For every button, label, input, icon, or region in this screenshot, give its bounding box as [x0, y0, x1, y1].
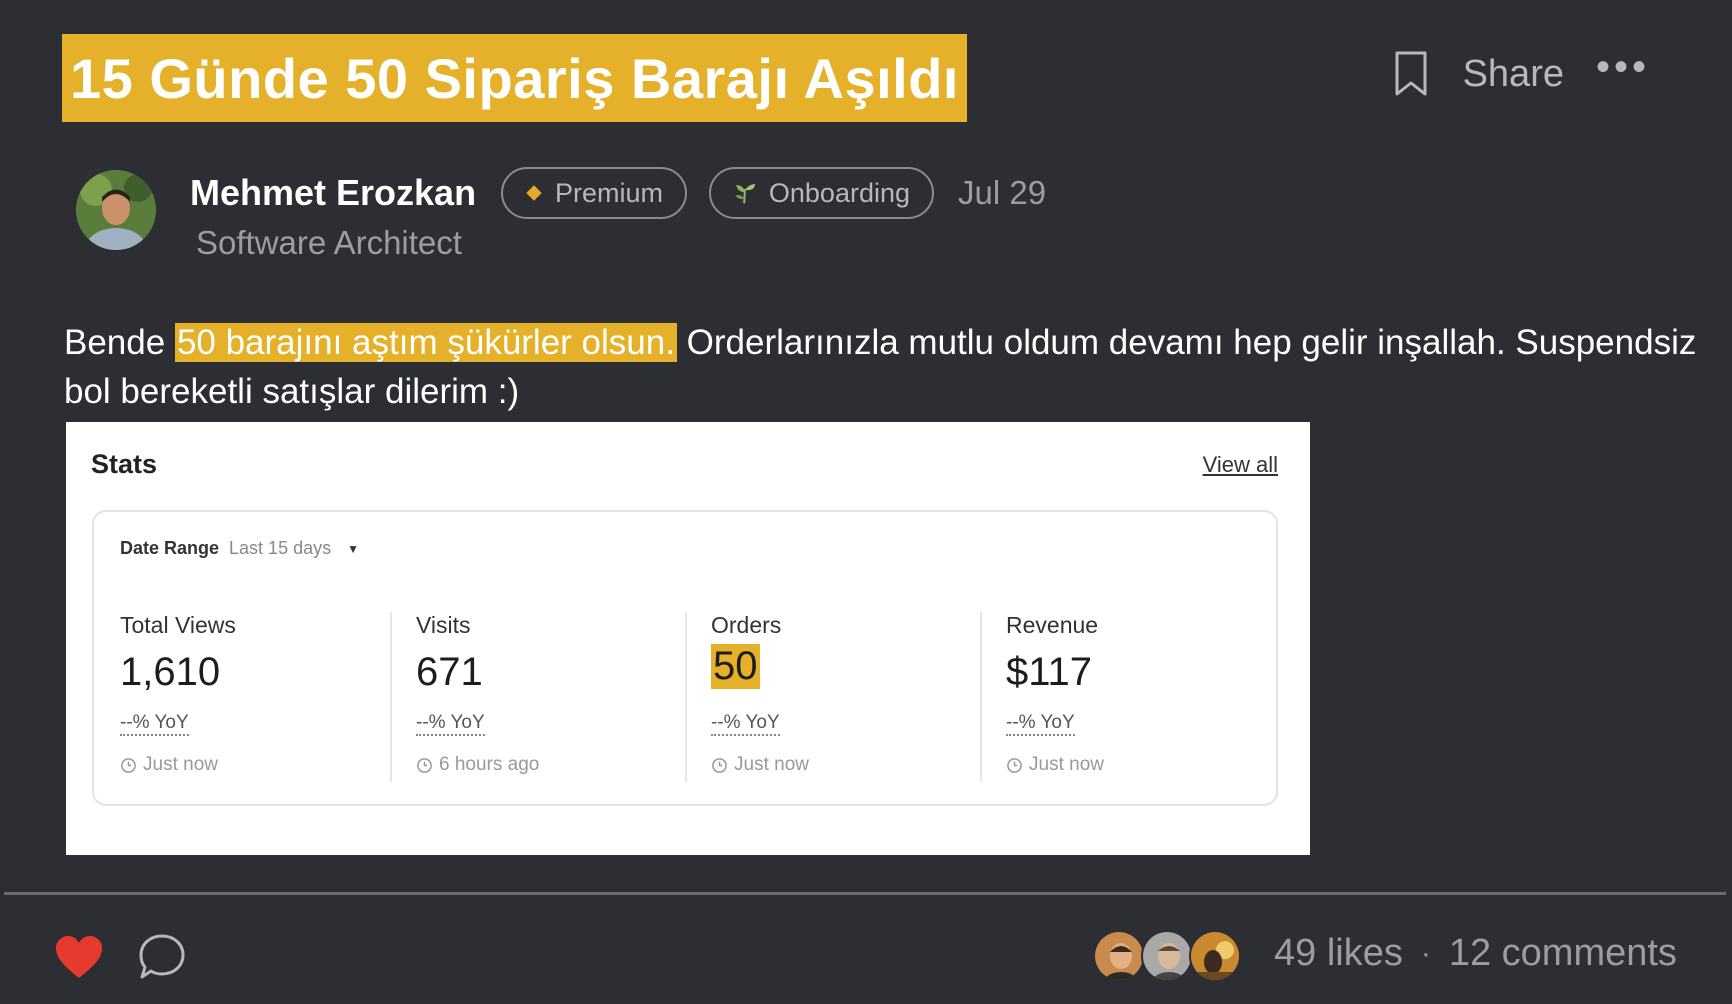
author-avatar[interactable] — [76, 170, 156, 250]
premium-badge[interactable]: Premium — [501, 167, 687, 219]
metric-revenue: Revenue $117 --% YoY Just now — [980, 612, 1276, 782]
heart-icon[interactable] — [54, 934, 104, 980]
stats-screenshot: Stats View all Date Range Last 15 days ▼… — [66, 422, 1310, 855]
date-range-label: Date Range — [120, 538, 220, 558]
post-card: 15 Günde 50 Sipariş Barajı Aşıldı Share … — [0, 0, 1732, 1004]
metric-total-views: Total Views 1,610 --% YoY Just now — [120, 612, 416, 782]
post-title: 15 Günde 50 Sipariş Barajı Aşıldı — [70, 46, 959, 110]
metric-value: $117 — [1006, 650, 1093, 694]
premium-badge-label: Premium — [554, 177, 663, 208]
post-title-highlight: 15 Günde 50 Sipariş Barajı Aşıldı — [62, 34, 967, 122]
metric-label: Orders — [711, 612, 782, 638]
metric-updated-text: Just now — [734, 754, 809, 775]
liker-avatar — [1093, 930, 1145, 982]
caret-down-icon: ▼ — [347, 541, 359, 556]
more-options-icon[interactable]: ••• — [1596, 47, 1650, 101]
author-name[interactable]: Mehmet Erozkan — [190, 172, 476, 213]
stats-title: Stats — [91, 449, 158, 479]
stats-panel: Date Range Last 15 days ▼ Total Views 1,… — [92, 510, 1278, 806]
sprout-icon — [735, 184, 756, 204]
date-range-selector[interactable]: Date Range Last 15 days ▼ — [120, 538, 359, 559]
metric-value: 671 — [416, 650, 483, 694]
author-info: Mehmet Erozkan — [190, 172, 476, 214]
metric-yoy: --% YoY — [1006, 712, 1075, 736]
post-actions: Share ••• — [1391, 47, 1650, 101]
metric-yoy: --% YoY — [120, 712, 189, 736]
bookmark-icon[interactable] — [1391, 50, 1431, 98]
diamond-icon — [526, 185, 542, 201]
footer-divider — [4, 892, 1726, 895]
post-body-start: Bende — [64, 323, 175, 362]
metric-updated: Just now — [1006, 754, 1104, 776]
metric-yoy: --% YoY — [711, 712, 780, 736]
clock-icon — [712, 757, 727, 773]
liker-avatar — [1189, 930, 1241, 982]
metric-updated-text: 6 hours ago — [439, 754, 540, 775]
likes-count[interactable]: 49 likes — [1274, 932, 1403, 975]
clock-icon — [121, 757, 136, 773]
metric-label: Total Views — [120, 612, 236, 638]
metric-updated-text: Just now — [1029, 754, 1104, 775]
metric-updated-text: Just now — [143, 754, 218, 775]
comment-icon[interactable] — [137, 932, 187, 982]
clock-icon — [417, 757, 432, 773]
engagement-summary: 49 likes · 12 comments — [1274, 932, 1677, 975]
post-date: Jul 29 — [958, 174, 1047, 211]
metric-updated: Just now — [711, 754, 809, 776]
footer-separator: · — [1420, 936, 1431, 970]
metric-orders: Orders 50 --% YoY Just now — [685, 612, 981, 782]
metric-updated: 6 hours ago — [416, 754, 539, 776]
metric-label: Visits — [416, 612, 471, 638]
post-body: Bende 50 barajını aştım şükürler olsun. … — [64, 318, 1704, 416]
metric-value: 1,610 — [120, 650, 221, 694]
metric-label: Revenue — [1006, 612, 1099, 638]
share-button[interactable]: Share — [1463, 53, 1564, 96]
view-all-link[interactable]: View all — [1203, 452, 1278, 478]
post-body-highlight: 50 barajını aştım şükürler olsun. — [174, 323, 677, 362]
date-range-value: Last 15 days — [229, 538, 332, 558]
liker-avatar — [1141, 930, 1193, 982]
clock-icon — [1007, 757, 1022, 773]
metric-yoy: --% YoY — [416, 712, 485, 736]
liker-avatars[interactable] — [1093, 930, 1253, 982]
comments-count[interactable]: 12 comments — [1449, 932, 1677, 975]
author-role: Software Architect — [196, 224, 462, 261]
metric-updated: Just now — [120, 754, 218, 776]
onboarding-badge[interactable]: Onboarding — [709, 167, 934, 219]
onboarding-badge-label: Onboarding — [768, 177, 910, 208]
metric-visits: Visits 671 --% YoY 6 hours ago — [390, 612, 686, 782]
metric-value: 50 — [711, 644, 760, 689]
